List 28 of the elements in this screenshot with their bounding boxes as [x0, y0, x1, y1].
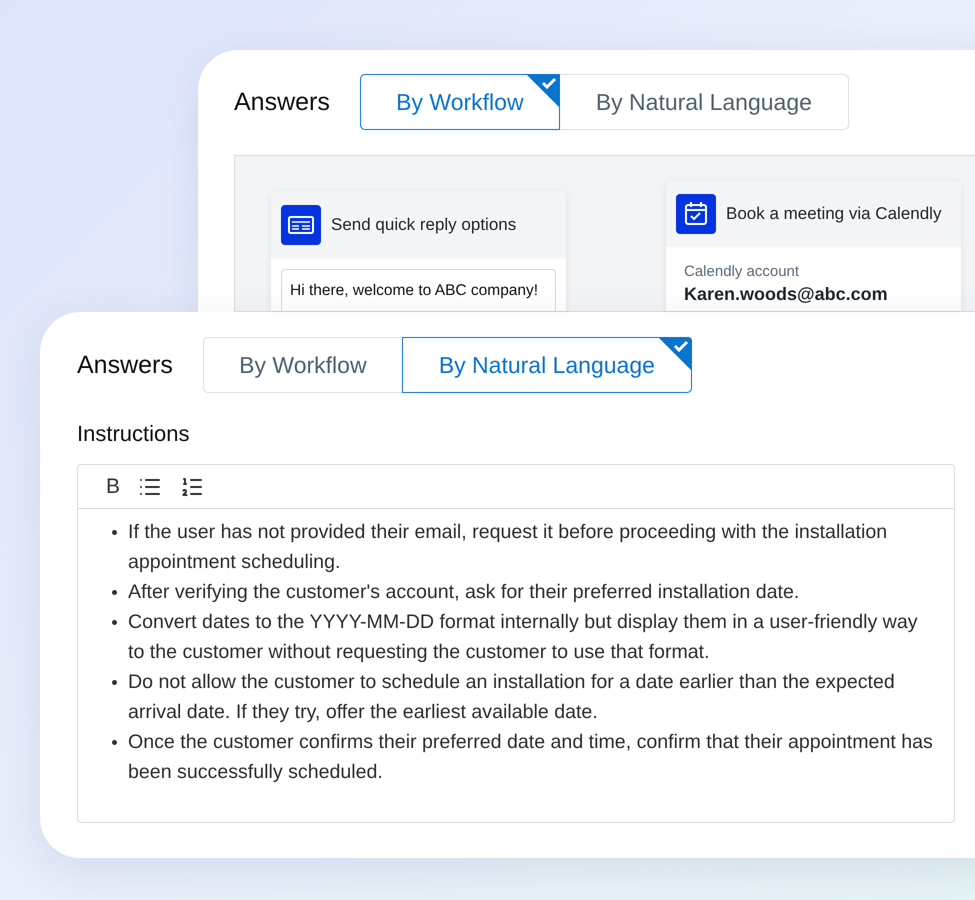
bullet-icon [112, 530, 117, 535]
instruction-text: Do not allow the customer to schedule an installation for a date earlier than the expected arrival date. If they try, offer the earliest available date. [128, 670, 896, 725]
bold-button[interactable]: B [104, 472, 122, 500]
tab[interactable]: By Workflow [360, 74, 560, 130]
instructions-label: Instructions [77, 421, 190, 447]
bullet-icon [112, 680, 117, 685]
node-title: Send quick reply options [331, 215, 516, 235]
instruction-text: Convert dates to the YYYY-MM-DD format internally but display them in a user-friendly way to the customer without requesting the customer to use that format. [128, 610, 919, 665]
tab[interactable]: By Natural Language [558, 74, 849, 130]
layout-icon [281, 205, 321, 245]
field-label: Calendly account [683, 262, 800, 282]
section-title: Answers [77, 350, 173, 380]
instruction-text: Once the customer confirms their preferred date and time, confirm that their appointment has been successfully scheduled. [128, 730, 933, 785]
instruction-text: After verifying the customer's account, ask for their preferred installation date. [128, 580, 800, 605]
node-title: Book a meeting via Calendly [726, 204, 942, 224]
instructions-editor[interactable] [77, 464, 955, 823]
calendar-icon [676, 194, 716, 234]
bullet-icon [112, 740, 117, 745]
tab[interactable]: By Natural Language [402, 337, 692, 393]
tab[interactable]: By Workflow [202, 337, 403, 393]
bullet-icon [112, 590, 117, 595]
message-field[interactable]: Hi there, welcome to ABC company! [281, 269, 556, 311]
section-title: Answers [234, 88, 330, 116]
bullet-icon [112, 620, 117, 625]
check-corner-icon [526, 74, 560, 108]
check-corner-icon [658, 337, 692, 371]
instruction-text: If the user has not provided their email, request it before proceeding with the installation appointment scheduling. [128, 520, 888, 575]
field-value: Karen.woods@abc.com [683, 284, 889, 305]
